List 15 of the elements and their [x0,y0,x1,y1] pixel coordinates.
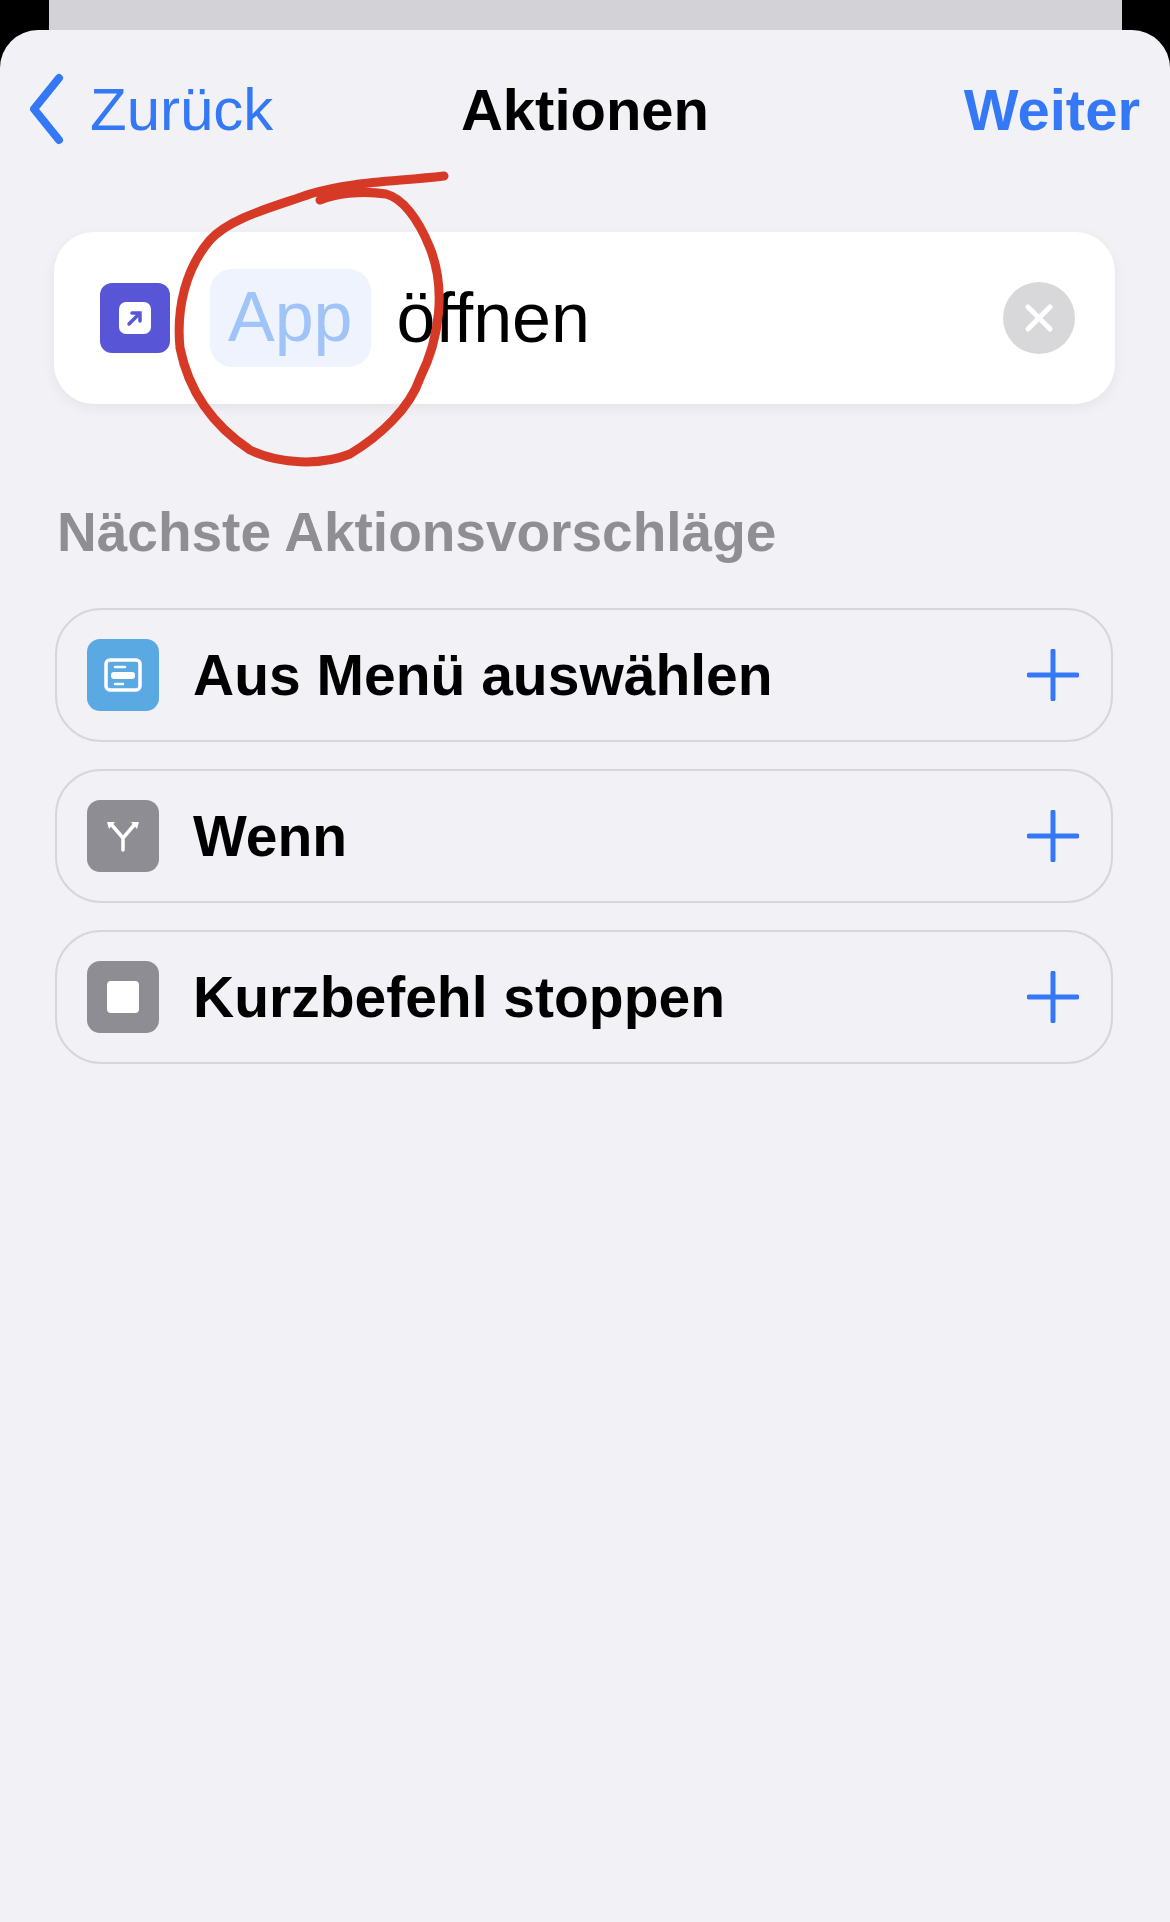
suggestion-label: Kurzbefehl stoppen [193,964,725,1030]
section-heading: Nächste Aktionsvorschläge [57,500,778,564]
next-button[interactable]: Weiter [963,75,1140,143]
add-button[interactable] [1027,649,1079,701]
suggestion-label: Aus Menü auswählen [193,642,773,708]
add-button[interactable] [1027,971,1079,1023]
suggestion-row[interactable]: Kurzbefehl stoppen [55,930,1113,1064]
suggestion-row[interactable]: Aus Menü auswählen [55,608,1113,742]
screen-title: Aktionen [460,76,710,142]
add-button[interactable] [1027,810,1079,862]
suggestion-row[interactable]: Wenn [55,769,1113,903]
open-app-icon [100,283,170,353]
suggestion-label: Wenn [193,803,348,869]
back-button[interactable]: Zurück [28,73,274,145]
chevron-left-icon [28,73,64,145]
